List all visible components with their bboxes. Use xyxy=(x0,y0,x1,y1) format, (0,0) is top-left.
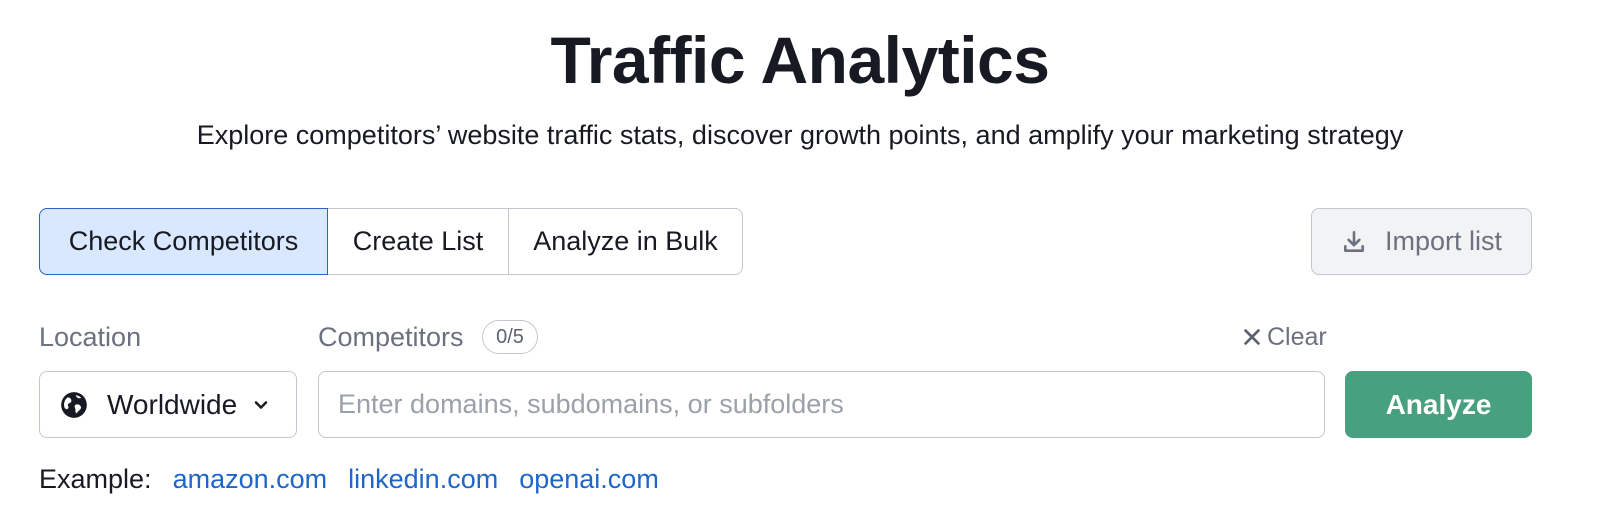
mode-tabs: Check Competitors Create List Analyze in… xyxy=(39,208,743,275)
example-link-linkedin[interactable]: linkedin.com xyxy=(348,464,498,495)
location-value: Worldwide xyxy=(107,388,238,420)
tab-create-list[interactable]: Create List xyxy=(328,209,509,274)
page-subtitle: Explore competitors’ website traffic sta… xyxy=(196,120,1404,150)
traffic-analytics-page: Traffic Analytics Explore competitors’ w… xyxy=(0,0,1600,524)
analyze-button[interactable]: Analyze xyxy=(1345,371,1532,438)
example-link-amazon[interactable]: amazon.com xyxy=(173,464,328,495)
tab-analyze-in-bulk[interactable]: Analyze in Bulk xyxy=(509,209,742,274)
clear-label: Clear xyxy=(1267,322,1327,351)
example-link-openai[interactable]: openai.com xyxy=(519,464,659,495)
tab-check-competitors[interactable]: Check Competitors xyxy=(39,208,328,275)
competitors-label: Competitors xyxy=(318,322,464,352)
chevron-down-icon xyxy=(254,400,268,409)
globe-icon xyxy=(61,391,87,418)
page-title: Traffic Analytics xyxy=(550,23,1050,97)
download-icon xyxy=(1344,230,1364,252)
location-label: Location xyxy=(39,322,142,352)
competitors-count-badge: 0/5 xyxy=(482,320,538,354)
examples-row: Example: amazon.com linkedin.com openai.… xyxy=(39,461,680,497)
close-icon xyxy=(1244,329,1260,345)
location-select[interactable]: Worldwide xyxy=(39,371,297,438)
clear-button[interactable]: Clear xyxy=(1241,320,1327,354)
competitors-input[interactable] xyxy=(318,371,1325,438)
examples-label: Example: xyxy=(39,463,152,494)
import-list-label: Import list xyxy=(1384,226,1503,256)
import-list-button[interactable]: Import list xyxy=(1311,208,1532,275)
